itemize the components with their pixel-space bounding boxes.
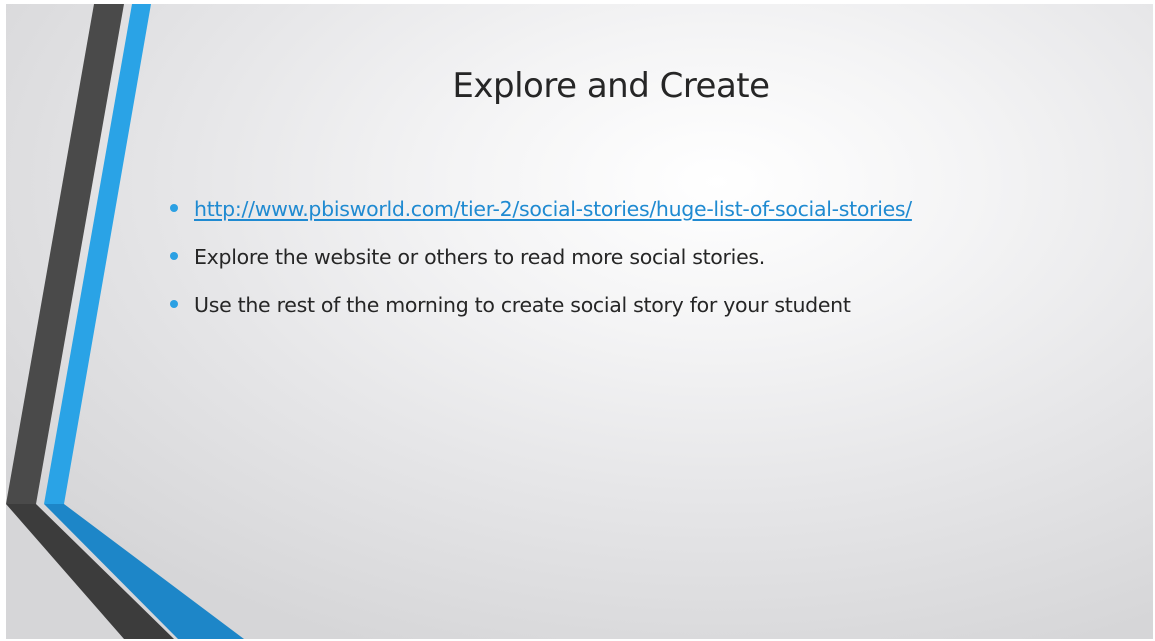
bullet-dot-icon: [170, 252, 178, 260]
bullet-dot-icon: [170, 300, 178, 308]
bullet-item-create: Use the rest of the morning to create so…: [166, 290, 1126, 338]
bullet-item-explore: Explore the website or others to read mo…: [166, 242, 1126, 290]
bullet-text: Use the rest of the morning to create so…: [194, 293, 851, 317]
bullet-text: Explore the website or others to read mo…: [194, 245, 765, 269]
bullet-dot-icon: [170, 204, 178, 212]
slide-title: Explore and Create: [452, 66, 770, 106]
bullet-item-link: http://www.pbisworld.com/tier-2/social-s…: [166, 194, 1126, 242]
pbisworld-link[interactable]: http://www.pbisworld.com/tier-2/social-s…: [194, 197, 912, 221]
bullet-list: http://www.pbisworld.com/tier-2/social-s…: [166, 194, 1126, 338]
slide: Explore and Create http://www.pbisworld.…: [6, 4, 1153, 639]
